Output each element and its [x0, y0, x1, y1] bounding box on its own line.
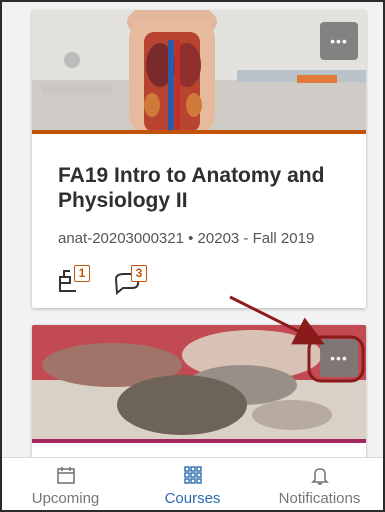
tab-courses[interactable]: Courses: [129, 458, 256, 510]
clay-hands-image: [32, 325, 366, 443]
tab-notifications[interactable]: Notifications: [256, 458, 383, 510]
course-options-button[interactable]: •••: [320, 22, 358, 60]
anatomy-model-image: [32, 10, 366, 134]
course-title[interactable]: FA19 Intro to Anatomy and Physiology II: [58, 163, 358, 213]
assignments-shortcut[interactable]: 1: [56, 265, 90, 297]
course-image: [32, 10, 366, 134]
discussions-shortcut[interactable]: 3: [113, 265, 147, 297]
course-color-bar: [32, 130, 366, 134]
course-subtitle: anat-20203000321 • 20203 - Fall 2019: [58, 230, 315, 247]
grid-icon: [183, 466, 202, 484]
course-options-button[interactable]: •••: [320, 339, 358, 377]
course-card[interactable]: ••• FA19 Intro to Anatomy and Physiology…: [32, 10, 366, 308]
tab-courses-label: Courses: [164, 490, 221, 507]
tab-notifications-label: Notifications: [278, 490, 361, 507]
discussions-count: 3: [131, 265, 147, 282]
bell-icon: [310, 468, 329, 485]
course-card[interactable]: •••: [32, 325, 366, 465]
bottom-navigation: Upcoming Courses Notifications: [2, 457, 383, 510]
screen: ••• FA19 Intro to Anatomy and Physiology…: [2, 2, 383, 510]
tab-upcoming-label: Upcoming: [31, 490, 100, 507]
calendar-icon: [56, 467, 75, 484]
assignments-count: 1: [74, 265, 90, 282]
course-color-bar: [32, 439, 366, 443]
tab-upcoming[interactable]: Upcoming: [2, 458, 129, 510]
course-image: [32, 325, 366, 443]
